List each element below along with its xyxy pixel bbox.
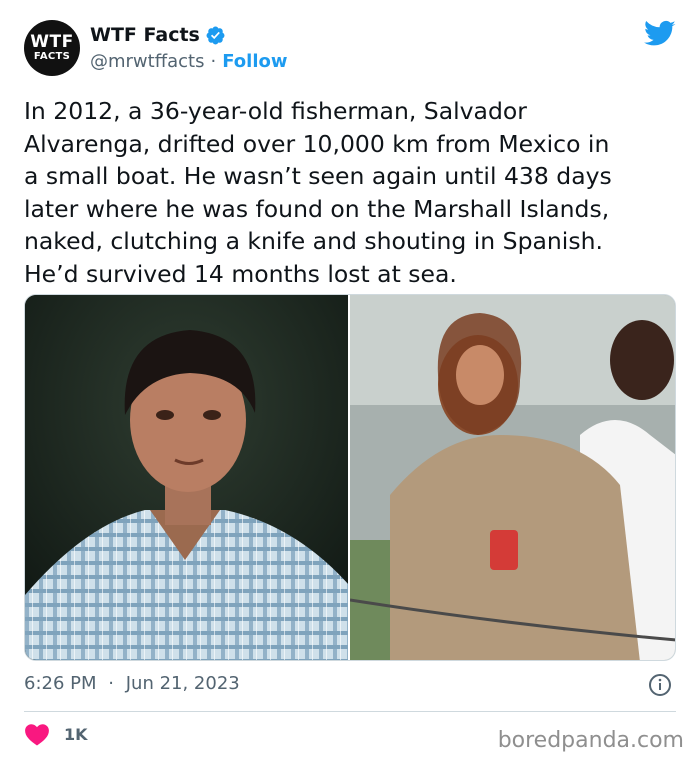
author-handle[interactable]: @mrwtffacts — [90, 51, 204, 72]
portrait-photo[interactable] — [25, 295, 348, 660]
follow-button[interactable]: Follow — [222, 51, 287, 72]
verified-badge-icon — [206, 26, 225, 44]
tweet-media[interactable] — [24, 294, 676, 661]
source-watermark: boredpanda.com — [497, 728, 684, 753]
separator: · — [108, 673, 114, 694]
tweet-timestamp[interactable]: 6:26 PM · Jun 21, 2023 — [24, 673, 240, 694]
tweet-time: 6:26 PM — [24, 673, 97, 694]
author-handle-row: @mrwtffacts · Follow — [90, 51, 288, 72]
rescue-photo-illustration — [350, 295, 675, 660]
divider — [24, 711, 676, 712]
portrait-photo-illustration — [25, 295, 348, 660]
twitter-bird-icon[interactable] — [644, 20, 676, 48]
tweet-header: WTF FACTS WTF Facts @mrwtffacts · Follow — [24, 18, 676, 78]
avatar[interactable]: WTF FACTS — [24, 20, 80, 76]
like-count: 1K — [64, 724, 88, 744]
tweet-date: Jun 21, 2023 — [125, 673, 240, 694]
avatar-text-line1: WTF — [30, 32, 74, 52]
avatar-text-line2: FACTS — [33, 51, 71, 62]
author-name-row: WTF Facts — [90, 24, 226, 46]
separator: · — [210, 51, 217, 72]
like-button[interactable]: 1K — [24, 722, 88, 746]
tweet-text: In 2012, a 36-year-old fisherman, Salvad… — [24, 97, 612, 288]
author-name[interactable]: WTF Facts — [90, 24, 200, 46]
info-icon[interactable] — [648, 673, 672, 697]
rescue-photo[interactable] — [350, 295, 675, 660]
heart-icon — [25, 724, 49, 746]
